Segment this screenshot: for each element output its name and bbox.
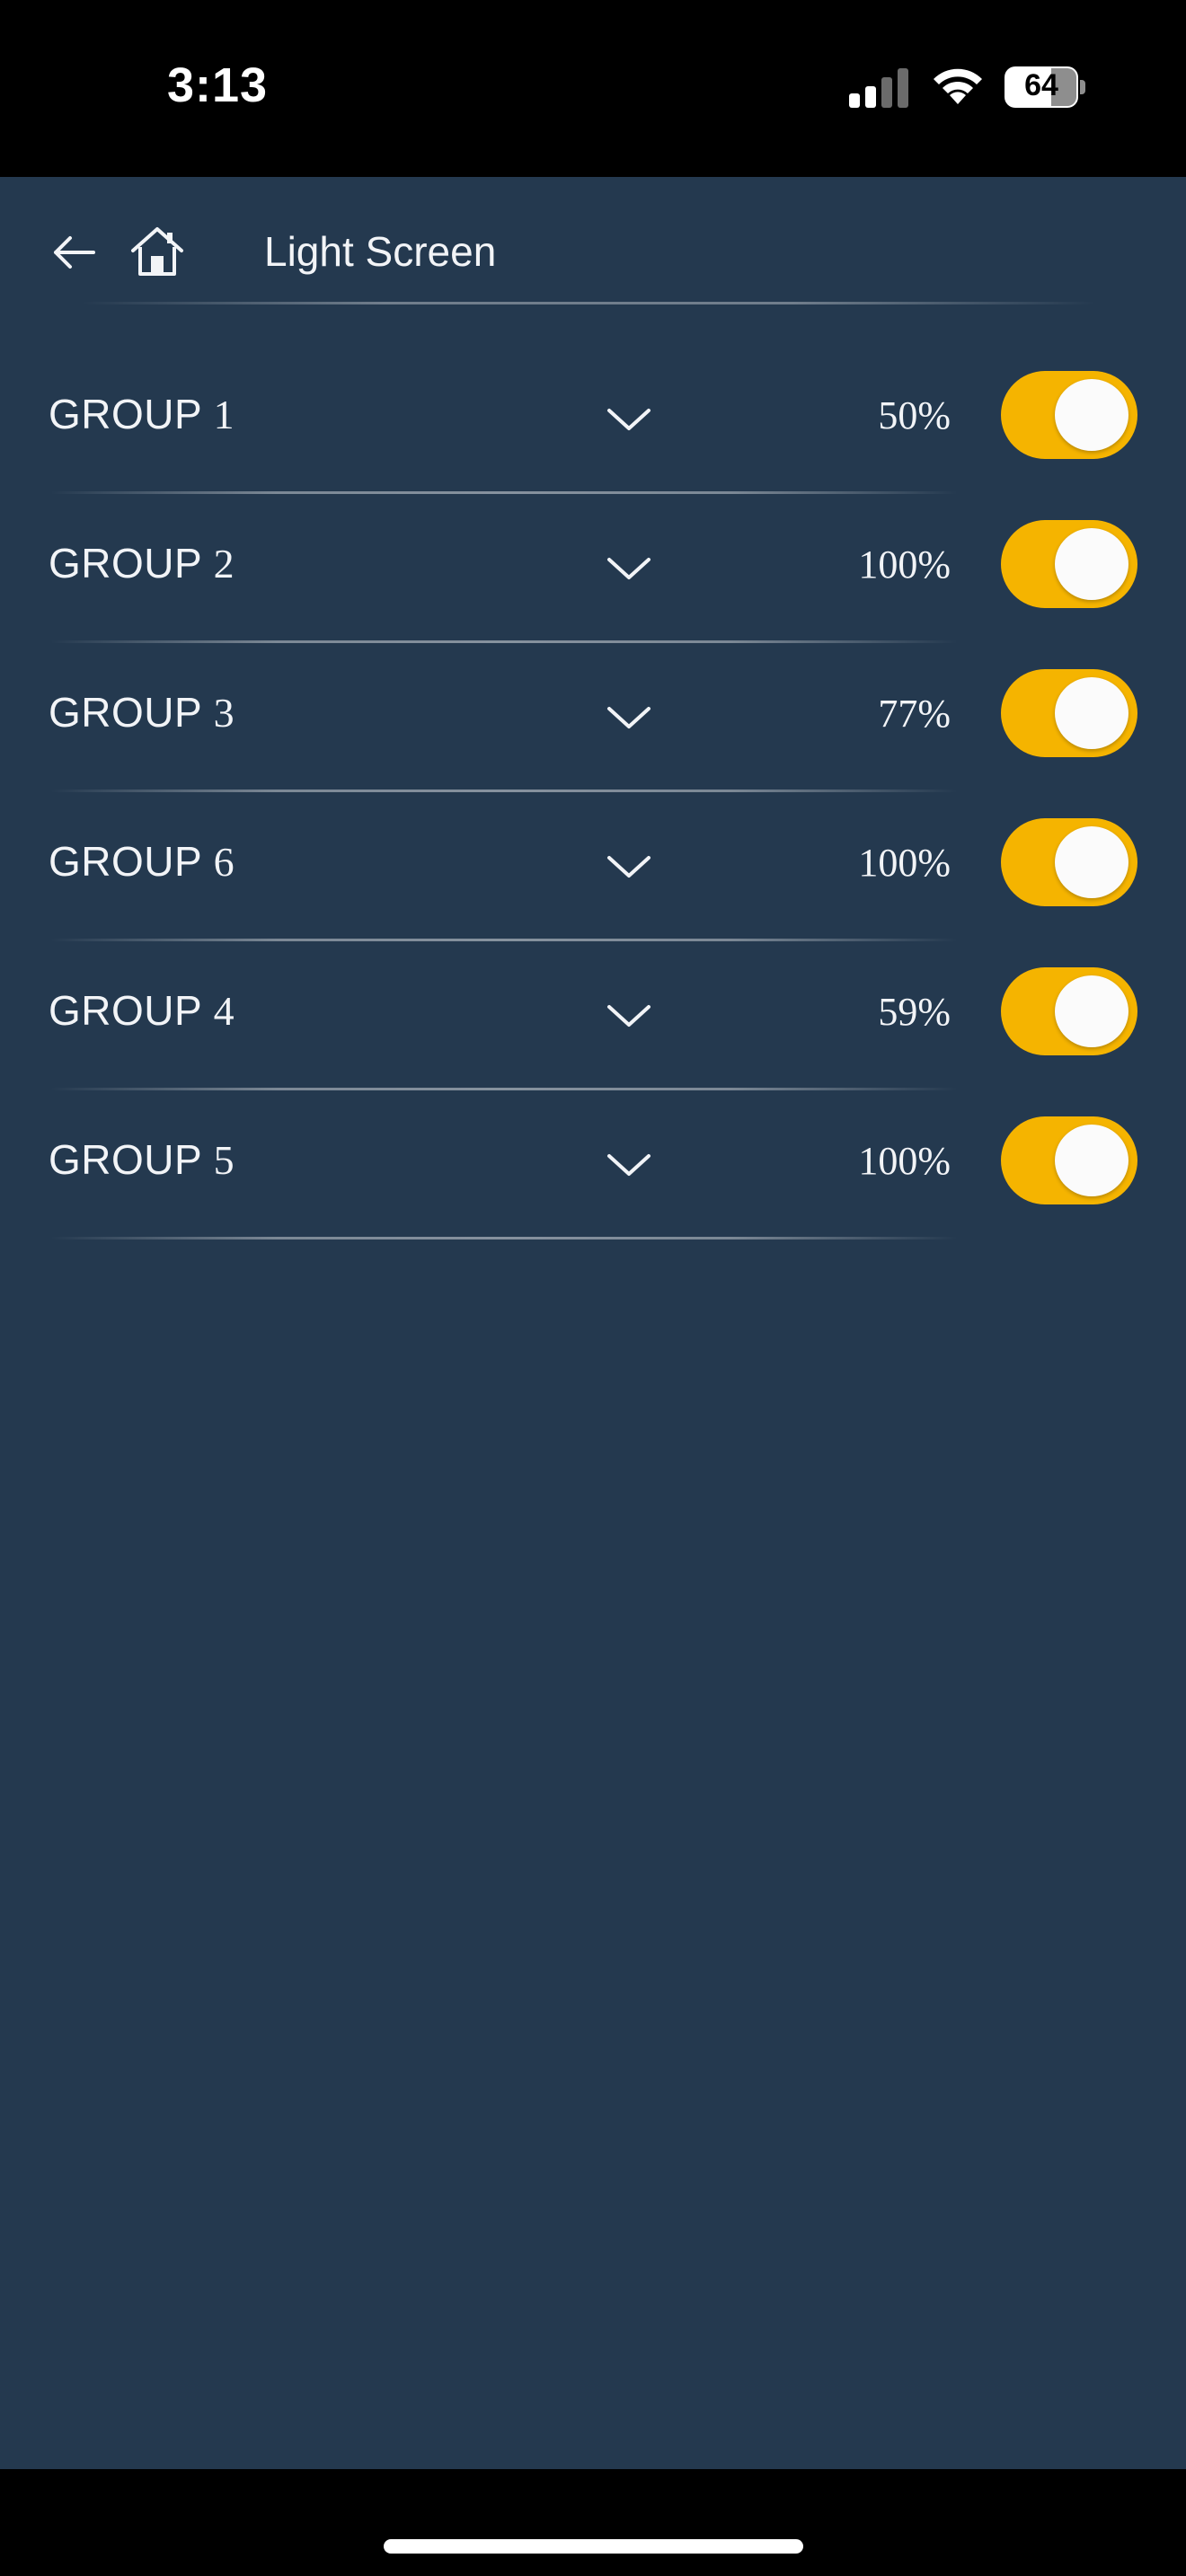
home-icon[interactable] [129,225,185,278]
row-divider [50,640,958,643]
row-divider [50,491,958,494]
row-divider [50,790,958,792]
chevron-down-icon[interactable] [604,403,654,436]
status-bar: 3:13 64 [0,0,1186,177]
row-divider [50,939,958,941]
group-toggle[interactable] [1001,1116,1137,1204]
toggle-knob [1055,826,1128,898]
status-time: 3:13 [167,58,269,112]
battery-icon: 64 [1005,66,1085,108]
back-arrow-icon[interactable] [50,233,97,272]
group-name: GROUP 1 [49,391,235,437]
group-row: GROUP 2 100% [0,497,1186,646]
group-name: GROUP 3 [49,689,235,736]
group-row: GROUP 1 50% [0,348,1186,497]
chevron-down-icon[interactable] [604,1000,654,1032]
group-toggle[interactable] [1001,669,1137,757]
group-toggle[interactable] [1001,371,1137,459]
group-toggle[interactable] [1001,520,1137,608]
group-name: GROUP 2 [49,540,235,587]
group-row: GROUP 5 100% [0,1093,1186,1242]
group-toggle[interactable] [1001,967,1137,1055]
chevron-down-icon[interactable] [604,1149,654,1181]
group-brightness: 50% [878,393,951,437]
row-divider [50,1237,958,1239]
chevron-down-icon[interactable] [604,851,654,883]
chevron-down-icon[interactable] [604,552,654,585]
toggle-knob [1055,379,1128,451]
toggle-knob [1055,975,1128,1047]
group-name: GROUP 4 [49,987,235,1034]
group-row: GROUP 6 100% [0,795,1186,944]
group-list: GROUP 1 50% GROUP 2 100% GROUP 3 77% GRO… [0,348,1186,1242]
header: Light Screen [0,177,1186,305]
cellular-signal-icon [849,68,908,108]
wifi-icon [934,68,982,104]
group-name: GROUP 5 [49,1136,235,1183]
row-divider [50,1088,958,1090]
group-brightness: 100% [858,1139,951,1183]
page-title: Light Screen [264,228,497,275]
app-screen: Light Screen GROUP 1 50% GROUP 2 100% GR… [0,177,1186,2469]
group-brightness: 100% [858,841,951,885]
header-divider [81,302,1096,304]
battery-level: 64 [1024,68,1058,102]
group-row: GROUP 4 59% [0,944,1186,1093]
group-row: GROUP 3 77% [0,646,1186,795]
group-brightness: 59% [878,990,951,1034]
group-brightness: 77% [878,692,951,736]
group-brightness: 100% [858,543,951,587]
home-indicator[interactable] [384,2539,803,2554]
chevron-down-icon[interactable] [604,701,654,734]
bottom-bar [0,2469,1186,2576]
toggle-knob [1055,677,1128,749]
group-name: GROUP 6 [49,838,235,885]
group-toggle[interactable] [1001,818,1137,906]
toggle-knob [1055,1125,1128,1196]
toggle-knob [1055,528,1128,600]
